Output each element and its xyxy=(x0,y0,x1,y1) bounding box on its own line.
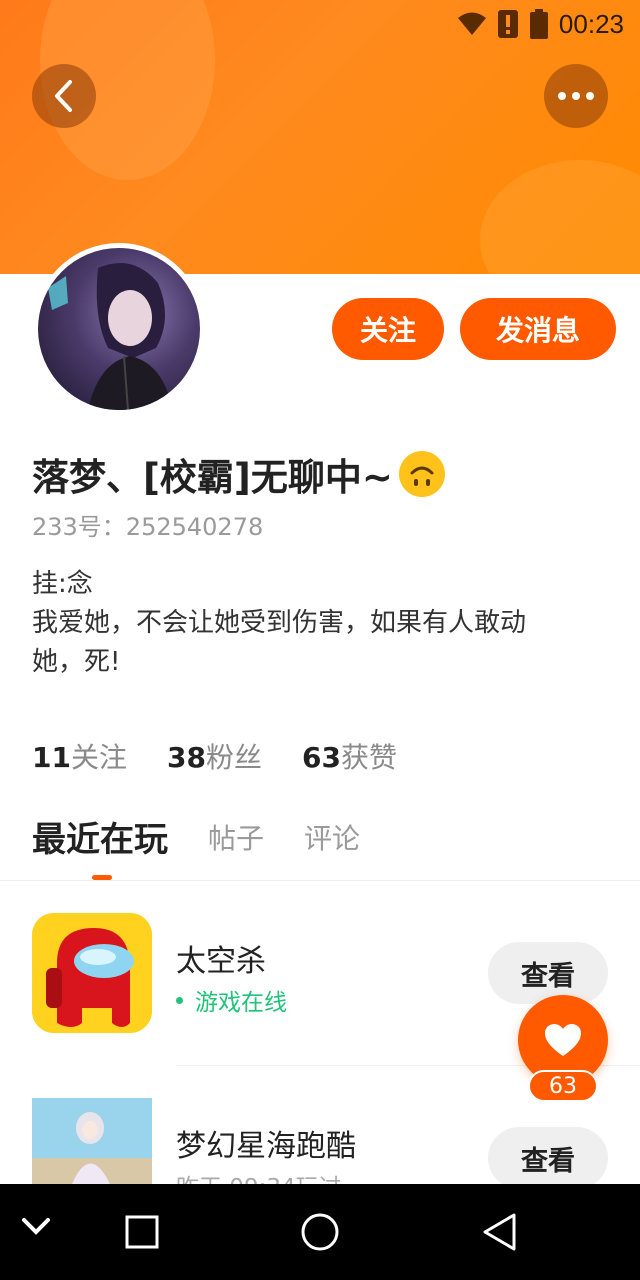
game-name[interactable]: 梦幻星海跑酷 xyxy=(176,1121,356,1165)
back-button[interactable] xyxy=(32,64,96,128)
square-recents-icon xyxy=(125,1215,159,1249)
circle-home-icon xyxy=(301,1213,339,1251)
banner-decoration xyxy=(480,160,640,274)
follow-button[interactable]: 关注 xyxy=(332,298,444,360)
upside-down-face-emoji-icon xyxy=(398,451,445,497)
avatar[interactable] xyxy=(33,243,205,415)
wifi-icon xyxy=(457,12,486,35)
bio-line: 她，死! xyxy=(32,647,121,677)
view-game-button[interactable]: 查看 xyxy=(488,1127,608,1189)
nav-recents-button[interactable] xyxy=(124,1214,160,1250)
stat-likes[interactable]: 63获赞 xyxy=(302,736,397,776)
more-dots-icon xyxy=(558,92,594,100)
status-bar: 00:23 xyxy=(457,0,640,48)
game-icon-dream-star-parkour[interactable] xyxy=(32,1098,152,1184)
status-time: 00:23 xyxy=(558,8,624,39)
divider xyxy=(0,880,640,881)
more-button[interactable] xyxy=(544,64,608,128)
avatar-image xyxy=(38,248,200,410)
last-played-time: 昨天 09:34玩过 xyxy=(176,1168,342,1184)
stat-fans[interactable]: 38粉丝 xyxy=(167,736,262,776)
bio-line: 我爱她，不会让她受到伤害，如果有人敢动 xyxy=(32,608,527,638)
game-name[interactable]: 太空杀 xyxy=(176,936,266,980)
online-dot-icon xyxy=(176,996,183,1004)
chevron-down-icon xyxy=(22,1218,50,1235)
game-status-text: 游戏在线 xyxy=(195,990,287,1016)
nickname-text: 落梦、[校霸]无聊中~ xyxy=(32,456,393,499)
nav-home-button[interactable] xyxy=(300,1212,340,1252)
like-count-badge: 63 xyxy=(528,1070,598,1102)
tab-recently-played[interactable]: 最近在玩 xyxy=(32,812,168,861)
bio-line: 挂:念 xyxy=(32,569,93,599)
user-id: 233号：252540278 xyxy=(32,513,264,541)
battery-icon xyxy=(529,9,548,39)
stats-row: 11关注 38粉丝 63获赞 xyxy=(32,736,397,776)
send-message-button[interactable]: 发消息 xyxy=(460,298,616,360)
tab-posts[interactable]: 帖子 xyxy=(208,817,264,857)
tab-comments[interactable]: 评论 xyxy=(304,817,360,857)
game-online-status: 游戏在线 xyxy=(176,983,287,1017)
view-game-button[interactable]: 查看 xyxy=(488,942,608,1004)
game-icon-among-us[interactable] xyxy=(32,913,152,1033)
nickname: 落梦、[校霸]无聊中~ xyxy=(32,447,445,501)
system-nav-bar xyxy=(0,1184,640,1280)
heart-icon xyxy=(545,1024,581,1056)
bio: 挂:念 我爱她，不会让她受到伤害，如果有人敢动 她，死! xyxy=(32,565,592,682)
triangle-back-icon xyxy=(483,1213,516,1251)
nav-hide-button[interactable] xyxy=(18,1214,54,1238)
nav-back-button[interactable] xyxy=(480,1212,520,1252)
profile-tabs: 最近在玩 帖子 评论 xyxy=(32,812,360,861)
alert-icon xyxy=(497,10,518,38)
chevron-left-icon xyxy=(55,80,72,112)
stat-following[interactable]: 11关注 xyxy=(32,736,127,776)
